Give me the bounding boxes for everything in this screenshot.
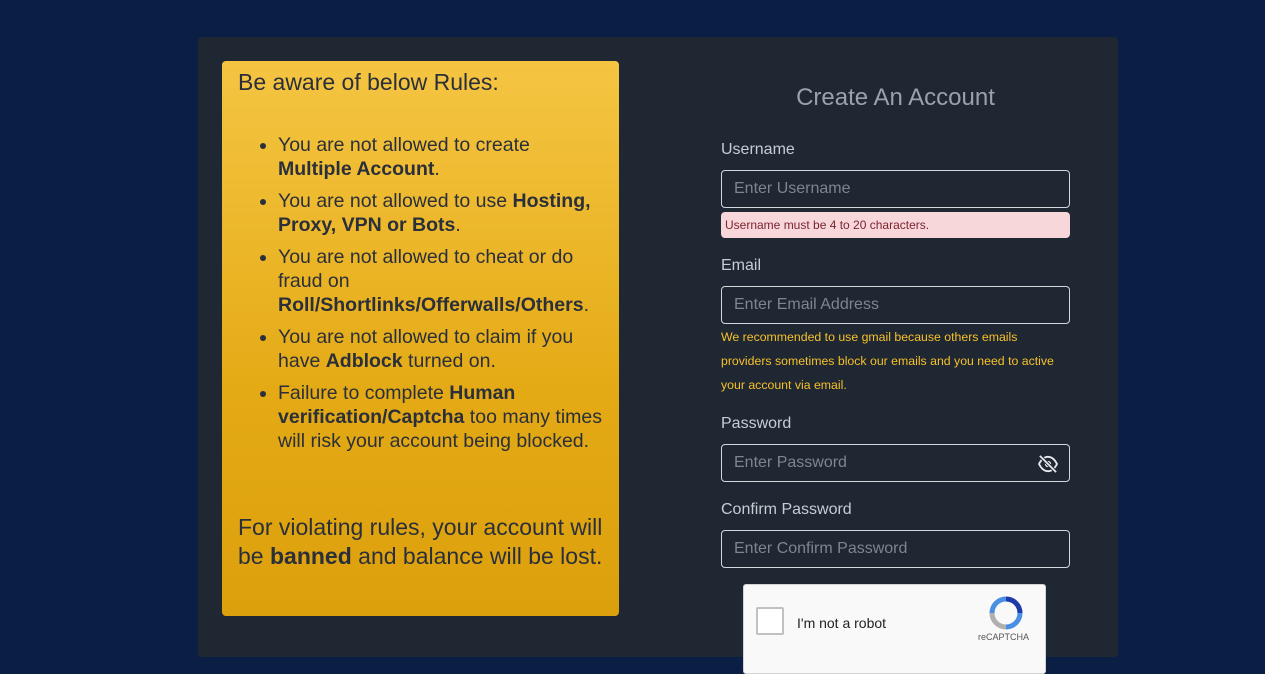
email-label: Email: [721, 257, 762, 274]
password-label: Password: [721, 415, 792, 432]
rules-panel: Be aware of below Rules: You are not all…: [222, 61, 619, 616]
username-error: Username must be 4 to 20 characters.: [721, 212, 1070, 238]
form-title: Create An Account: [796, 84, 995, 111]
rules-warning: For violating rules, your account will b…: [238, 514, 603, 569]
recaptcha-brand: reCAPTCHA: [978, 632, 1030, 642]
rules-title: Be aware of below Rules:: [238, 69, 499, 95]
recaptcha-label: I'm not a robot: [797, 615, 887, 631]
rules-list: You are not allowed to create Multiple A…: [238, 133, 603, 453]
recaptcha-checkbox[interactable]: [756, 607, 784, 635]
confirm-password-input[interactable]: [721, 530, 1070, 568]
email-note: We recommended to use gmail because othe…: [721, 330, 1054, 392]
eye-slash-icon[interactable]: [1037, 455, 1059, 473]
password-input[interactable]: [721, 444, 1070, 482]
email-input[interactable]: [721, 286, 1070, 324]
confirm-password-label: Confirm Password: [721, 501, 852, 518]
username-label: Username: [721, 141, 795, 158]
recaptcha-widget: I'm not a robot reCAPTCHA: [743, 584, 1046, 674]
username-input[interactable]: [721, 170, 1070, 208]
recaptcha-logo-icon: [989, 596, 1023, 630]
rule-item: You are not allowed to claim if you have…: [278, 325, 603, 373]
rule-item: You are not allowed to create Multiple A…: [278, 133, 603, 181]
rule-item: You are not allowed to cheat or do fraud…: [278, 245, 603, 317]
register-card: Be aware of below Rules: You are not all…: [198, 37, 1118, 674]
rule-item: You are not allowed to use Hosting, Prox…: [278, 189, 603, 237]
rule-item: Failure to complete Human verification/C…: [278, 381, 603, 453]
